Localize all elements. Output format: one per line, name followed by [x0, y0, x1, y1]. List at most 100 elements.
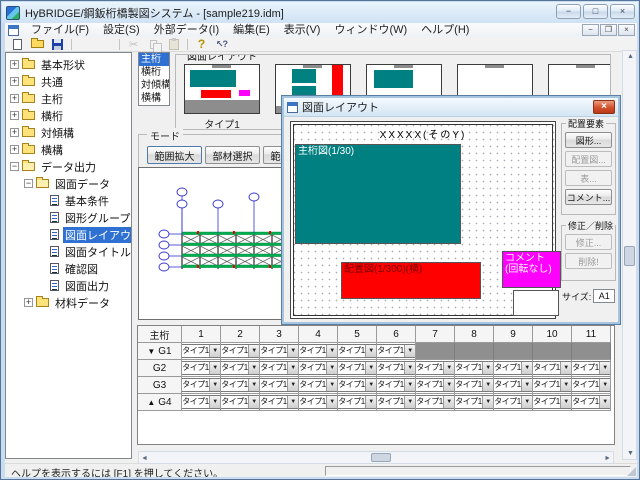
type-combobox[interactable]: タイプ1▼ [494, 361, 533, 375]
chevron-down-icon[interactable]: ▼ [287, 345, 299, 357]
type-combobox[interactable]: タイプ1▼ [494, 395, 533, 409]
tree-item-material-data[interactable]: +材料データ [6, 294, 131, 311]
mode-button-member-select[interactable]: 部材選択 [205, 146, 260, 164]
chevron-down-icon[interactable]: ▼ [209, 362, 221, 374]
chevron-down-icon[interactable]: ▼ [287, 379, 299, 391]
mode-button-zoom-range[interactable]: 範囲拡大 [147, 146, 202, 164]
save-icon[interactable] [49, 38, 66, 51]
chevron-down-icon[interactable]: ▼ [209, 379, 221, 391]
open-icon[interactable] [29, 38, 46, 51]
type-combobox[interactable]: タイプ1▼ [260, 378, 299, 392]
comment-figure[interactable]: コメント(回転なし) [502, 251, 561, 288]
type-combobox[interactable]: タイプ1▼ [377, 344, 416, 358]
expander-plus-icon[interactable]: + [10, 60, 19, 69]
type-combobox[interactable]: タイプ1▼ [221, 361, 260, 375]
tree-item-drawing-layout[interactable]: 図面レイアウト [6, 226, 131, 243]
chevron-down-icon[interactable]: ▼ [404, 379, 416, 391]
type-combobox[interactable]: タイプ1▼ [260, 361, 299, 375]
tree-item-lateral-bracing[interactable]: +横構 [6, 141, 131, 158]
type-combobox[interactable]: タイプ1▼ [299, 344, 338, 358]
type-combobox[interactable]: タイプ1▼ [299, 395, 338, 409]
move-up-icon[interactable] [77, 38, 94, 51]
chevron-down-icon[interactable]: ▼ [248, 362, 260, 374]
type-combobox[interactable]: タイプ1▼ [182, 378, 221, 392]
type-combobox[interactable]: タイプ1▼ [572, 361, 611, 375]
chevron-down-icon[interactable]: ▼ [482, 362, 494, 374]
resize-grip-icon[interactable] [627, 467, 636, 476]
maximize-button[interactable]: □ [583, 4, 608, 19]
expander-plus-icon[interactable]: + [10, 128, 19, 137]
type-combobox[interactable]: タイプ1▼ [260, 395, 299, 409]
chevron-down-icon[interactable]: ▼ [599, 362, 611, 374]
chevron-down-icon[interactable]: ▼ [404, 396, 416, 408]
figure-button[interactable]: 図形... [565, 132, 612, 148]
chevron-down-icon[interactable]: ▼ [365, 396, 377, 408]
tree-item-cross-girder[interactable]: +横桁 [6, 107, 131, 124]
member-item-cross-girder[interactable]: 横桁 [139, 66, 169, 79]
type-combobox[interactable]: タイプ1▼ [533, 361, 572, 375]
tree-item-drawing-title[interactable]: 図面タイトル [6, 243, 131, 260]
tree-item-data-output[interactable]: −データ出力 [6, 158, 131, 175]
chevron-down-icon[interactable]: ▼ [326, 379, 338, 391]
member-item-lateral-bracing[interactable]: 横構 [139, 92, 169, 105]
tree-item-main-girder[interactable]: +主桁 [6, 90, 131, 107]
tree-item-common[interactable]: +共通 [6, 73, 131, 90]
layout-sheet-canvas[interactable]: XXXXX(そのY) 主桁図(1/30)配置図(1/300)(横)コメント(回転… [290, 121, 556, 319]
menu-window[interactable]: ウィンドウ(W) [327, 23, 414, 37]
thumbnail-layout-type-1[interactable] [184, 64, 260, 114]
type-combobox[interactable]: タイプ1▼ [494, 378, 533, 392]
type-combobox[interactable]: タイプ1▼ [377, 378, 416, 392]
type-combobox[interactable]: タイプ1▼ [533, 378, 572, 392]
expander-plus-icon[interactable]: + [10, 94, 19, 103]
type-combobox[interactable]: タイプ1▼ [377, 395, 416, 409]
row-label-g2[interactable]: G2 [138, 360, 182, 377]
child-close-button[interactable]: × [618, 24, 635, 36]
chevron-down-icon[interactable]: ▼ [209, 345, 221, 357]
scroll-up-icon[interactable]: ▲ [627, 52, 634, 61]
tree-item-drawing-output[interactable]: 図面出力 [6, 277, 131, 294]
type-combobox[interactable]: タイプ1▼ [416, 395, 455, 409]
expander-plus-icon[interactable]: + [10, 77, 19, 86]
type-combobox[interactable]: タイプ1▼ [416, 378, 455, 392]
type-combobox[interactable]: タイプ1▼ [182, 395, 221, 409]
chevron-down-icon[interactable]: ▼ [326, 362, 338, 374]
chevron-down-icon[interactable]: ▼ [443, 396, 455, 408]
chevron-down-icon[interactable]: ▼ [287, 362, 299, 374]
tree-item-basic-condition[interactable]: 基本条件 [6, 192, 131, 209]
title-block-figure[interactable] [513, 290, 559, 316]
chevron-down-icon[interactable]: ▼ [248, 345, 260, 357]
type-combobox[interactable]: タイプ1▼ [221, 344, 260, 358]
minimize-button[interactable]: − [556, 4, 581, 19]
chevron-down-icon[interactable]: ▼ [443, 379, 455, 391]
type-combobox[interactable]: タイプ1▼ [260, 344, 299, 358]
chevron-down-icon[interactable]: ▼ [248, 379, 260, 391]
expander-plus-icon[interactable]: + [24, 298, 33, 307]
new-icon[interactable] [9, 38, 26, 51]
chevron-down-icon[interactable]: ▼ [326, 345, 338, 357]
child-minimize-button[interactable]: − [582, 24, 599, 36]
expander-plus-icon[interactable]: + [10, 145, 19, 154]
type-combobox[interactable]: タイプ1▼ [533, 395, 572, 409]
chevron-down-icon[interactable]: ▼ [560, 362, 572, 374]
chevron-down-icon[interactable]: ▼ [365, 345, 377, 357]
expander-plus-icon[interactable]: + [10, 111, 19, 120]
type-combobox[interactable]: タイプ1▼ [221, 395, 260, 409]
chevron-down-icon[interactable]: ▼ [599, 396, 611, 408]
type-combobox[interactable]: タイプ1▼ [338, 344, 377, 358]
vertical-scrollbar[interactable]: ▲ ▼ [622, 50, 637, 460]
expander-minus-icon[interactable]: − [10, 162, 19, 171]
tree-item-check-drawing[interactable]: 確認図 [6, 260, 131, 277]
move-down-icon[interactable] [97, 38, 114, 51]
close-button[interactable]: × [610, 4, 635, 19]
horizontal-scroll-thumb[interactable] [371, 453, 391, 462]
context-help-icon[interactable]: ↖? [213, 38, 230, 51]
child-restore-button[interactable]: ❐ [600, 24, 617, 36]
comment-button[interactable]: コメント... [565, 189, 612, 205]
chevron-down-icon[interactable]: ▼ [599, 379, 611, 391]
type-combobox[interactable]: タイプ1▼ [377, 361, 416, 375]
scroll-right-icon[interactable]: ► [604, 454, 611, 463]
chevron-down-icon[interactable]: ▼ [404, 345, 416, 357]
row-label-g3[interactable]: G3 [138, 377, 182, 394]
row-label-g4[interactable]: ▲G4 [138, 394, 182, 411]
chevron-down-icon[interactable]: ▼ [560, 379, 572, 391]
